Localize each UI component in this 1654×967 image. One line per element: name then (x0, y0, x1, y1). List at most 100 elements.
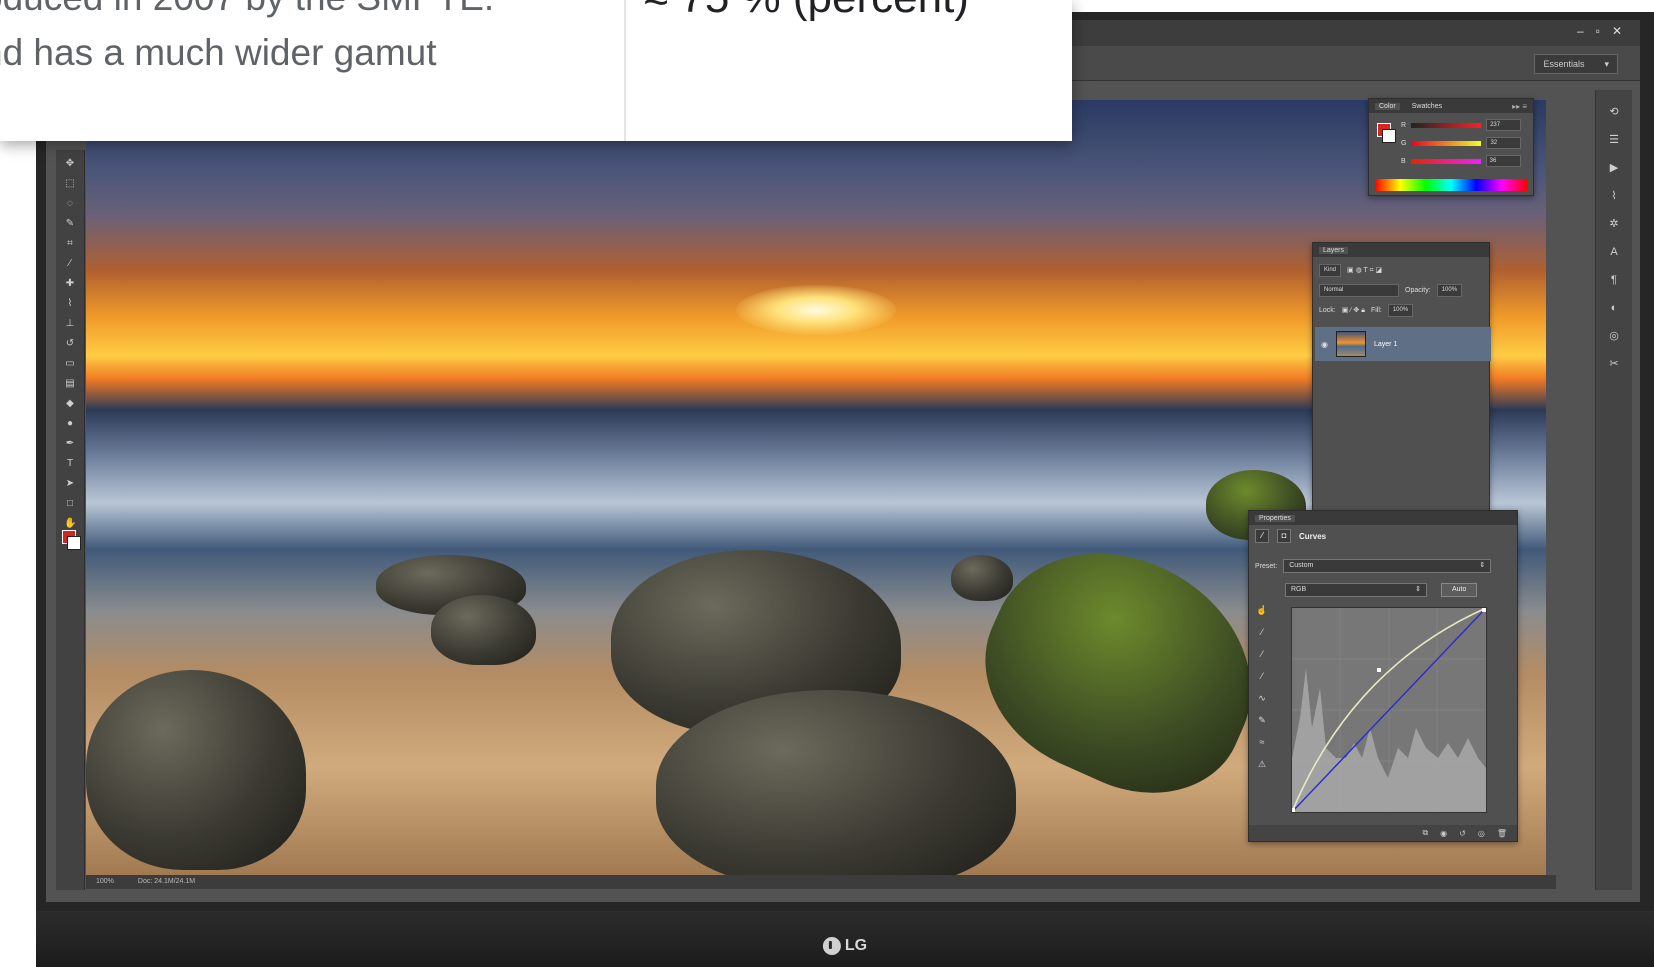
rock-small-3 (951, 555, 1013, 601)
brand-name: LG (844, 937, 868, 954)
properties-panel-tabs: Properties (1249, 511, 1517, 525)
play-icon[interactable]: ▶ (1608, 162, 1620, 174)
history-brush-tool-icon[interactable]: ↺ (64, 338, 76, 350)
type-tool-icon[interactable]: T (64, 458, 76, 470)
hand-tool-icon[interactable]: ✋ (64, 518, 76, 530)
reset-icon[interactable]: ↺ (1459, 829, 1466, 838)
mask-icon[interactable]: ◘ (1277, 529, 1291, 543)
healing-tool-icon[interactable]: ✚ (64, 278, 76, 290)
background-color-swatch[interactable] (67, 536, 81, 550)
status-bar: 100% Doc: 24.1M/24.1M (86, 875, 1556, 889)
curve-point-icon[interactable]: ∿ (1255, 691, 1269, 705)
stamp-tool-icon[interactable]: ⊥ (64, 318, 76, 330)
rock-front (656, 690, 1016, 875)
trash-icon[interactable]: 🗑︎ (1497, 829, 1507, 838)
tab-swatches[interactable]: Swatches (1408, 103, 1446, 110)
sun-glow (736, 285, 896, 335)
marquee-tool-icon[interactable]: ⬚ (64, 178, 76, 190)
lasso-tool-icon[interactable]: ◌ (64, 198, 76, 210)
character-icon[interactable]: A (1608, 246, 1620, 258)
maximize-button[interactable]: ▫ (1596, 24, 1600, 38)
view-previous-icon[interactable]: ◉ (1440, 829, 1447, 838)
smooth-icon[interactable]: ≈ (1255, 735, 1269, 749)
clip-to-layer-icon[interactable]: ⧉ (1422, 828, 1428, 838)
blue-label: B (1401, 157, 1406, 165)
properties-icon[interactable]: ☰ (1608, 134, 1620, 146)
visibility-icon[interactable]: ◎ (1478, 829, 1485, 838)
green-value[interactable]: 32 (1486, 137, 1522, 149)
red-label: R (1401, 121, 1407, 129)
red-value[interactable]: 237 (1486, 119, 1522, 131)
curves-header: ⁄ ◘ Curves (1255, 529, 1326, 543)
red-slider-row: R 237 (1401, 119, 1529, 131)
curve-point-white (1482, 608, 1486, 612)
adjustment-icon: ⁄ (1255, 529, 1269, 543)
tab-properties[interactable]: Properties (1255, 514, 1295, 522)
dodge-tool-icon[interactable]: ● (64, 418, 76, 430)
blue-slider[interactable] (1410, 158, 1481, 164)
eye-icon[interactable]: ◉ (1321, 340, 1328, 349)
channel-select[interactable]: RGB ⇕ (1285, 583, 1427, 597)
layer-name: Layer 1 (1373, 340, 1398, 348)
snippet-line-2: nd has a much wider gamut (0, 32, 437, 73)
pen-tool-icon[interactable]: ✒ (64, 438, 76, 450)
eyedropper-tool-icon[interactable]: ⁄ (64, 258, 76, 270)
kind-filter[interactable]: Kind (1319, 263, 1342, 277)
opacity-input[interactable]: 100% (1436, 283, 1463, 297)
blur-tool-icon[interactable]: ◆ (64, 398, 76, 410)
brush-tool-icon[interactable]: ⌇ (64, 298, 76, 310)
green-slider-row: G 32 (1401, 137, 1529, 149)
clipping-warning-icon[interactable]: ⚠ (1255, 757, 1269, 771)
lg-logo-icon (822, 937, 841, 955)
history-icon[interactable]: ⟲ (1608, 106, 1620, 118)
workspace-label: Essentials (1543, 59, 1585, 69)
preset-select[interactable]: Custom ⇕ (1283, 559, 1492, 573)
tab-color[interactable]: Color (1375, 102, 1400, 110)
color-spectrum-ramp[interactable] (1375, 179, 1527, 191)
target-adjust-icon[interactable]: ☝ (1255, 603, 1269, 617)
blue-value[interactable]: 36 (1485, 155, 1521, 167)
properties-footer: ⧉ ◉ ↺ ◎ 🗑︎ (1249, 825, 1517, 841)
red-slider[interactable] (1411, 122, 1482, 128)
eraser-tool-icon[interactable]: ▭ (64, 358, 76, 370)
gray-point-eyedropper-icon[interactable]: ⁄ (1255, 647, 1269, 661)
fill-input[interactable]: 100% (1387, 303, 1414, 317)
window-controls: – ▫ ✕ (1577, 24, 1622, 38)
workspace-switcher[interactable]: Essentials ▾ (1534, 54, 1618, 74)
card-divider (624, 0, 626, 141)
chevron-down-icon: ▾ (1604, 59, 1609, 69)
color-background-swatch[interactable] (1382, 129, 1396, 143)
black-point-eyedropper-icon[interactable]: ⁄ (1255, 625, 1269, 639)
panel-menu-icon[interactable]: ▸▸ ≡ (1512, 102, 1527, 111)
doc-info[interactable]: Doc: 24.1M/24.1M (138, 875, 195, 889)
tab-layers[interactable]: Layers (1319, 246, 1349, 254)
tool-presets-icon[interactable]: ✂ (1608, 358, 1620, 370)
layer-row[interactable]: ◉ Layer 1 (1315, 327, 1491, 361)
rock-left (86, 670, 306, 870)
crop-tool-icon[interactable]: ⌗ (64, 238, 76, 250)
monitor-bezel: LG (36, 911, 1654, 967)
styles-icon[interactable]: ◎ (1608, 330, 1620, 342)
green-slider[interactable] (1411, 140, 1482, 146)
preset-value: Custom (1289, 562, 1314, 569)
move-tool-icon[interactable]: ✥ (64, 158, 76, 170)
quick-select-tool-icon[interactable]: ✎ (64, 218, 76, 230)
paragraph-icon[interactable]: ¶ (1608, 274, 1620, 286)
auto-button[interactable]: Auto (1441, 583, 1478, 597)
close-button[interactable]: ✕ (1612, 24, 1622, 38)
lock-label: Lock: (1319, 306, 1336, 314)
curves-graph[interactable] (1291, 607, 1487, 813)
path-select-tool-icon[interactable]: ➤ (64, 478, 76, 490)
gradient-tool-icon[interactable]: ▤ (64, 378, 76, 390)
white-point-eyedropper-icon[interactable]: ⁄ (1255, 669, 1269, 683)
shape-tool-icon[interactable]: □ (64, 498, 76, 510)
preset-label: Preset: (1255, 562, 1278, 570)
color-panel-tabs: Color Swatches ▸▸ ≡ (1369, 99, 1533, 113)
adjustments-icon[interactable]: ◐ (1608, 302, 1620, 314)
lock-icons[interactable]: ▣ ⁄ ✥ 🔒︎ (1342, 306, 1365, 315)
minimize-button[interactable]: – (1577, 24, 1584, 38)
brush-presets-icon[interactable]: ⌇ (1608, 190, 1620, 202)
clone-source-icon[interactable]: ✲ (1608, 218, 1620, 230)
pencil-icon[interactable]: ✎ (1255, 713, 1269, 727)
blend-mode-select[interactable]: Normal (1319, 283, 1399, 297)
